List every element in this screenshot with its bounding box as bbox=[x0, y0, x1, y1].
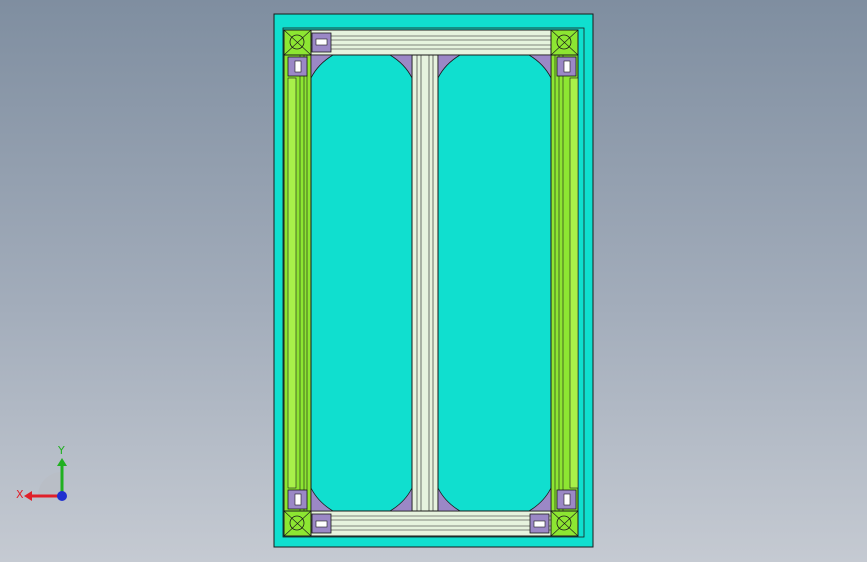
graphics-viewport[interactable]: Y X bbox=[0, 0, 867, 562]
center-mullion[interactable] bbox=[411, 54, 439, 512]
slot-connector-left-upright-top[interactable] bbox=[287, 56, 308, 77]
coordinate-triad[interactable]: Y X bbox=[12, 440, 82, 510]
y-axis-arrowhead-icon bbox=[57, 458, 67, 466]
slot-connector-bottom-rail-right[interactable] bbox=[529, 513, 550, 534]
corner-block-bottom-right[interactable] bbox=[550, 510, 579, 537]
left-upright[interactable] bbox=[283, 54, 312, 512]
corner-block-bottom-left[interactable] bbox=[283, 510, 312, 537]
right-upright[interactable] bbox=[550, 54, 579, 512]
slot-connector-top-rail-left[interactable] bbox=[311, 32, 332, 53]
z-axis-dot-icon bbox=[57, 491, 67, 501]
slot-connector-right-upright-top[interactable] bbox=[556, 56, 577, 77]
corner-block-top-right[interactable] bbox=[550, 29, 579, 56]
frame-assembly-model[interactable] bbox=[0, 0, 867, 562]
triad-x-label: X bbox=[16, 488, 24, 501]
x-axis-arrowhead-icon bbox=[24, 491, 32, 501]
slot-connector-left-upright-bottom[interactable] bbox=[287, 489, 308, 510]
slot-connector-bottom-rail-left[interactable] bbox=[311, 513, 332, 534]
corner-block-top-left[interactable] bbox=[283, 29, 312, 56]
triad-xy-plane-icon bbox=[38, 472, 62, 496]
bottom-rail[interactable] bbox=[304, 510, 562, 537]
top-rail[interactable] bbox=[304, 29, 562, 56]
triad-y-label: Y bbox=[57, 444, 65, 457]
slot-connector-right-upright-bottom[interactable] bbox=[556, 489, 577, 510]
